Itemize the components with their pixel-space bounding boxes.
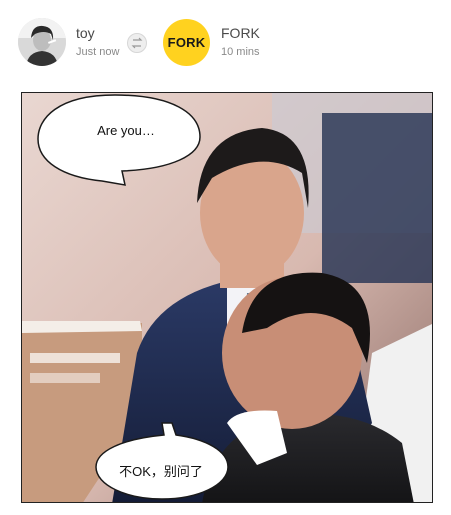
- user-avatar[interactable]: [18, 18, 66, 66]
- bubble-top-text: Are you…: [97, 123, 155, 138]
- post-header: toy Just now FORK FORK 10 mins: [0, 0, 451, 80]
- meme-illustration: [22, 93, 432, 502]
- source-name[interactable]: FORK: [221, 25, 260, 41]
- avatar-photo: [18, 18, 66, 66]
- fork-logo[interactable]: FORK: [163, 19, 210, 66]
- meme-image[interactable]: Are you… 不OK，别问了: [21, 92, 433, 503]
- swap-icon: [127, 33, 147, 53]
- bubble-bottom-text: 不OK，别问了: [119, 464, 203, 479]
- user-name[interactable]: toy: [76, 25, 95, 41]
- source-time: 10 mins: [221, 46, 260, 58]
- post-time: Just now: [76, 46, 120, 58]
